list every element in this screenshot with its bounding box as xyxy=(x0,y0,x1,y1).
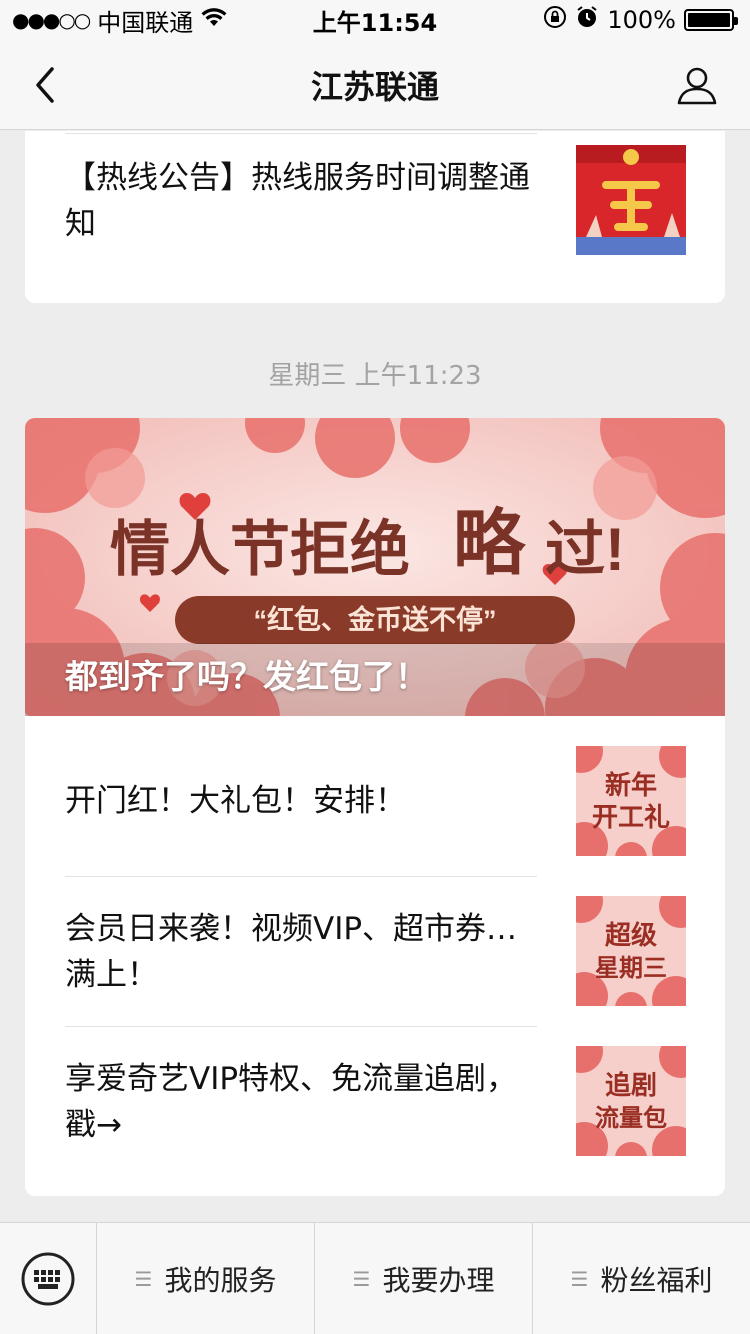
alarm-icon xyxy=(575,5,599,35)
menu-transact[interactable]: ☰ 我要办理 xyxy=(315,1223,533,1334)
banner-headline-end: 过! xyxy=(545,516,625,583)
status-bar: ●●●○○ 中国联通 上午11:54 100% xyxy=(0,0,750,40)
article-title: 会员日来袭！视频VIP、超市券…满上！ xyxy=(65,911,518,993)
user-icon xyxy=(677,67,717,105)
carrier-name: 中国联通 xyxy=(97,8,194,37)
menu-label: 我要办理 xyxy=(382,1264,495,1297)
article-thumbnail: 新年 开工礼 xyxy=(576,746,686,856)
article-item[interactable]: 享爱奇艺VIP特权、免流量追剧，戳→ 追剧 流量包 xyxy=(25,1026,725,1176)
back-button[interactable] xyxy=(20,60,70,110)
svg-text:追剧: 追剧 xyxy=(605,1070,657,1100)
menu-lines-icon: ☰ xyxy=(352,1267,371,1291)
article-card-main: “红包、金币送不停” 情人节拒绝 略 过! 都到齐了吗？发红包了！ 开门红！大礼… xyxy=(25,418,725,1196)
banner-headline-main: 情人节拒绝 xyxy=(110,516,410,583)
article-title: 开门红！大礼包！安排！ xyxy=(65,783,406,819)
banner-caption: 都到齐了吗？发红包了！ xyxy=(65,657,428,696)
message-timestamp: 星期三 上午11:23 xyxy=(268,361,482,391)
menu-label: 粉丝福利 xyxy=(600,1264,713,1297)
keyboard-toggle-button[interactable] xyxy=(0,1223,97,1334)
article-item[interactable]: 【热线公告】热线服务时间调整通知 xyxy=(25,133,725,283)
article-item[interactable]: 开门红！大礼包！安排！ 新年 开工礼 xyxy=(25,726,725,876)
chevron-left-icon xyxy=(36,67,54,103)
wifi-icon xyxy=(201,6,227,34)
battery-icon xyxy=(684,9,738,31)
svg-text:星期三: 星期三 xyxy=(595,955,667,982)
keyboard-icon xyxy=(21,1252,75,1306)
menu-lines-icon: ☰ xyxy=(570,1267,589,1291)
menu-label: 我的服务 xyxy=(164,1264,277,1297)
battery-percent: 100% xyxy=(607,6,676,34)
nav-bar: 江苏联通 xyxy=(0,40,750,130)
svg-text:开工礼: 开工礼 xyxy=(592,802,670,832)
page-title: 江苏联通 xyxy=(310,67,439,106)
article-card-top: 【热线公告】热线服务时间调整通知 xyxy=(25,131,725,303)
svg-text:流量包: 流量包 xyxy=(595,1104,667,1132)
article-item[interactable]: 会员日来袭！视频VIP、超市券…满上！ 超级 星期三 xyxy=(25,876,725,1026)
menu-fan-benefits[interactable]: ☰ 粉丝福利 xyxy=(533,1223,750,1334)
banner-headline-quote: 略 xyxy=(453,504,527,584)
article-thumbnail: 追剧 流量包 xyxy=(576,1046,686,1156)
svg-text:新年: 新年 xyxy=(605,770,657,800)
status-right: 100% xyxy=(543,5,738,35)
svg-text:超级: 超级 xyxy=(605,920,657,950)
menu-my-services[interactable]: ☰ 我的服务 xyxy=(97,1223,315,1334)
message-list[interactable]: 【热线公告】热线服务时间调整通知 星期三 上午11:23 “红包、金币送不停” … xyxy=(0,131,750,1221)
banner-article[interactable]: “红包、金币送不停” 情人节拒绝 略 过! 都到齐了吗？发红包了！ xyxy=(25,418,725,716)
article-thumbnail: 超级 星期三 xyxy=(576,896,686,1006)
article-title: 享爱奇艺VIP特权、免流量追剧，戳→ xyxy=(65,1061,518,1143)
status-left: ●●●○○ 中国联通 xyxy=(12,3,227,38)
rotation-lock-icon xyxy=(543,5,567,35)
bottom-menu: ☰ 我的服务 ☰ 我要办理 ☰ 粉丝福利 xyxy=(0,1222,750,1334)
banner-subline: “红包、金币送不停” xyxy=(254,604,497,635)
article-thumbnail xyxy=(576,145,686,255)
signal-strength: ●●●○○ xyxy=(12,8,91,32)
profile-button[interactable] xyxy=(672,60,722,110)
article-title: 【热线公告】热线服务时间调整通知 xyxy=(65,160,530,242)
menu-lines-icon: ☰ xyxy=(134,1267,153,1291)
